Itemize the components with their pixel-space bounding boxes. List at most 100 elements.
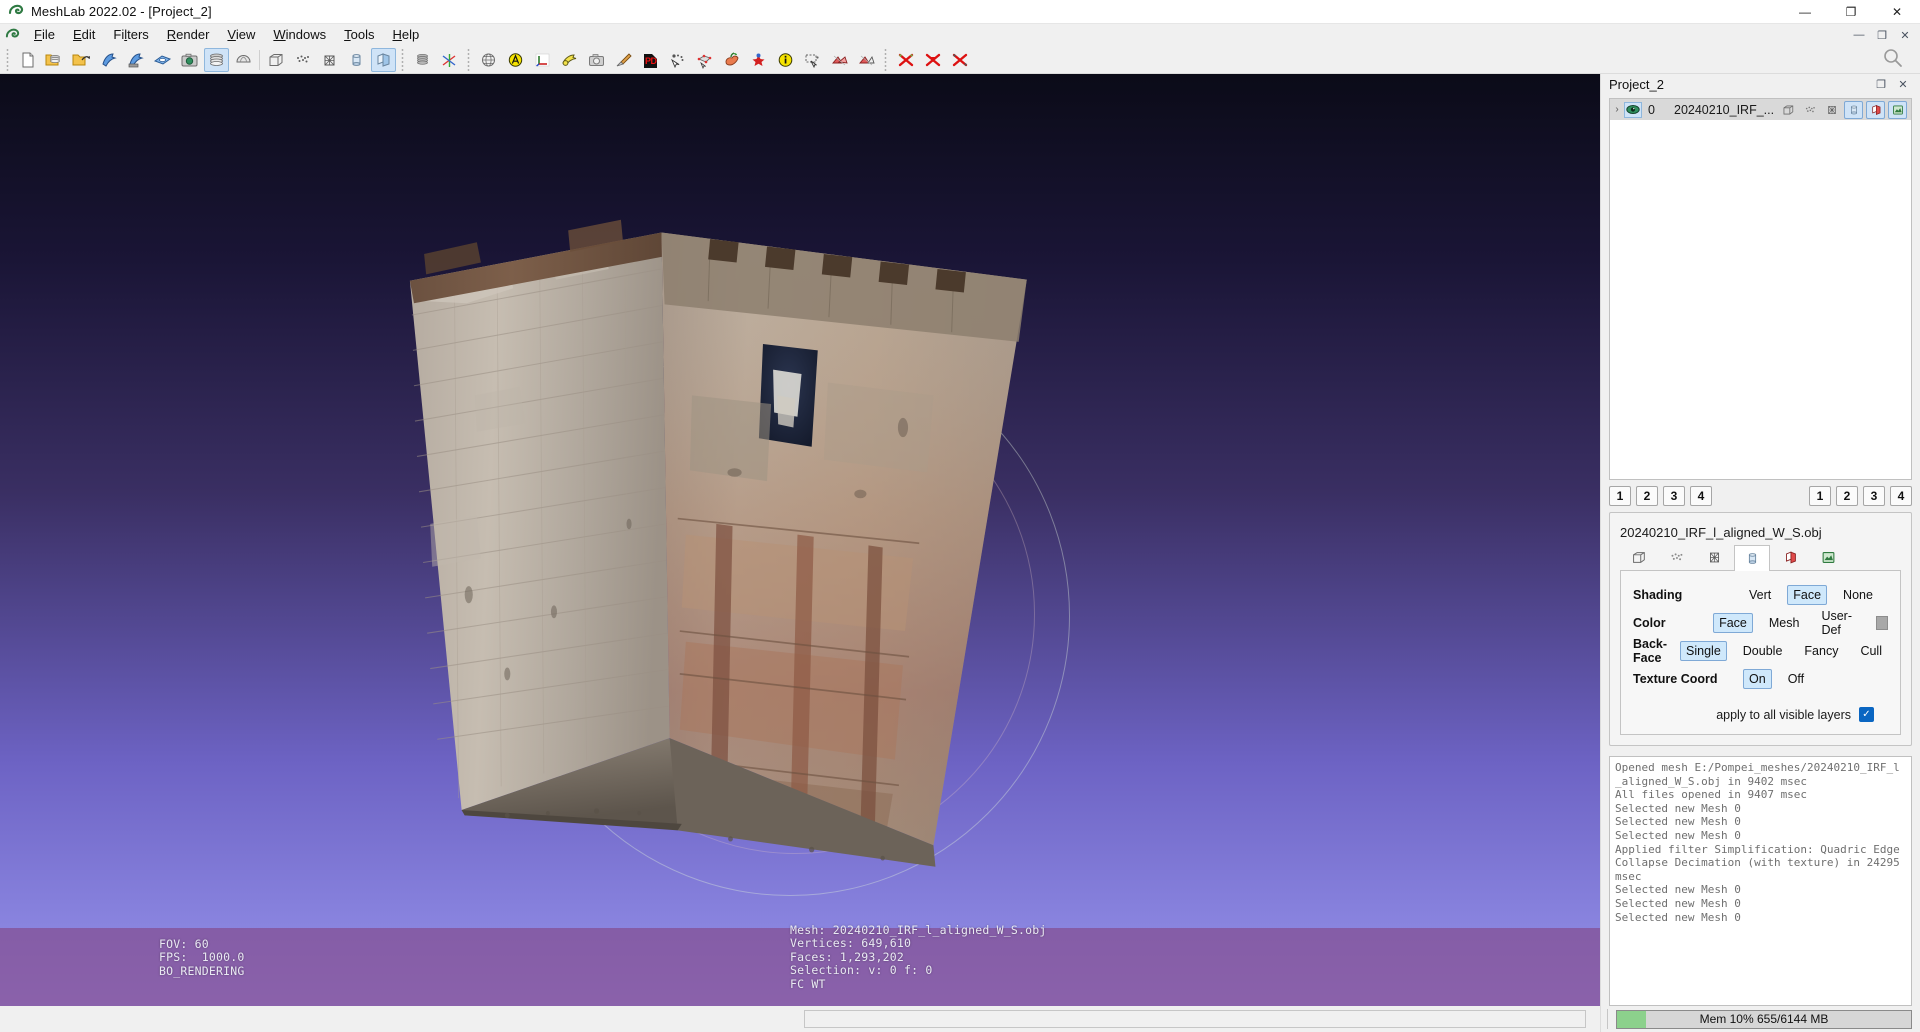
open-mesh-icon[interactable] [69, 48, 94, 72]
tab-bounding-box[interactable] [1620, 544, 1656, 570]
menu-label-windows: Windows [273, 27, 327, 42]
measure-tape-icon[interactable] [557, 48, 582, 72]
texcoord-option-off[interactable]: Off [1782, 669, 1810, 689]
layer-expand-icon[interactable]: › [1610, 104, 1624, 115]
save-mesh-as-icon[interactable] [123, 48, 148, 72]
select-vertices-icon[interactable] [665, 48, 690, 72]
wireframe-icon[interactable] [317, 48, 342, 72]
color-option-mesh[interactable]: Mesh [1763, 613, 1806, 633]
layer-list[interactable]: › 0 20240210_IRF_... [1609, 98, 1912, 480]
menu-item-edit[interactable]: Edit [64, 25, 104, 45]
bounding-box-icon[interactable] [263, 48, 288, 72]
tab-texture[interactable] [1810, 544, 1846, 570]
mdi-close-button[interactable]: ✕ [1894, 26, 1916, 44]
window-restore-button[interactable]: ❐ [1828, 0, 1874, 24]
z-painting-icon[interactable] [746, 48, 771, 72]
toolbar-grip-2[interactable] [399, 48, 406, 71]
smooth-shading-icon[interactable] [1866, 100, 1885, 119]
layer-index: 0 [1648, 102, 1655, 117]
delete-selected-faces-icon[interactable] [893, 48, 918, 72]
points-icon[interactable] [1800, 101, 1819, 119]
view-preset-3-button[interactable]: 3 [1663, 486, 1685, 506]
toolbar-grip[interactable] [4, 48, 11, 71]
apply-all-layers-checkbox[interactable]: ✓ [1859, 707, 1874, 722]
backface-option-cull[interactable]: Cull [1854, 641, 1888, 661]
color-swatch[interactable] [1876, 616, 1888, 630]
view-preset-1-button[interactable]: 1 [1609, 486, 1631, 506]
tab-points[interactable] [1658, 544, 1694, 570]
texture-icon[interactable] [1888, 100, 1907, 119]
take-snapshot-icon[interactable] [177, 48, 202, 72]
tab-flat-lines[interactable] [1734, 545, 1770, 571]
pick-points-icon[interactable] [719, 48, 744, 72]
show-layers-icon[interactable] [204, 47, 229, 72]
view-preset-4-button[interactable]: 4 [1690, 486, 1712, 506]
camera-icon[interactable] [584, 48, 609, 72]
open-project-icon[interactable] [42, 48, 67, 72]
menu-item-tools[interactable]: Tools [335, 25, 383, 45]
select-faces-alt-icon[interactable] [854, 48, 879, 72]
store-preset-2-button[interactable]: 2 [1836, 486, 1858, 506]
menu-item-file[interactable]: File [25, 25, 64, 45]
flat-lines-icon[interactable] [344, 48, 369, 72]
menu-item-filters[interactable]: Filters [104, 25, 157, 45]
dock-close-button[interactable]: ✕ [1896, 77, 1910, 91]
toolbar-grip-4[interactable] [882, 48, 889, 71]
window-minimize-button[interactable]: — [1782, 0, 1828, 24]
texcoord-option-on[interactable]: On [1743, 669, 1772, 689]
shading-option-vert[interactable]: Vert [1743, 585, 1777, 605]
menu-item-help[interactable]: Help [383, 25, 428, 45]
memory-usage-fill [1617, 1010, 1647, 1028]
save-mesh-icon[interactable] [96, 48, 121, 72]
view-preset-2-button[interactable]: 2 [1636, 486, 1658, 506]
color-option-user-def[interactable]: User-Def [1815, 606, 1862, 640]
smooth-shading-icon[interactable] [371, 47, 396, 72]
show-raster-icon[interactable] [231, 48, 256, 72]
shading-option-face[interactable]: Face [1787, 585, 1828, 605]
wireframe-icon[interactable] [1822, 101, 1841, 119]
store-preset-1-button[interactable]: 1 [1809, 486, 1831, 506]
points-icon[interactable] [290, 48, 315, 72]
backface-option-double[interactable]: Double [1737, 641, 1789, 661]
visibility-eye-icon[interactable] [1624, 101, 1642, 118]
axes-trackball-icon[interactable] [437, 48, 462, 72]
toolbar-grip-3[interactable] [465, 48, 472, 71]
log-console[interactable]: Opened mesh E:/Pompei_meshes/20240210_IR… [1609, 756, 1912, 1006]
store-preset-3-button[interactable]: 3 [1863, 486, 1885, 506]
new-document-icon[interactable] [15, 48, 40, 72]
store-preset-4-button[interactable]: 4 [1890, 486, 1912, 506]
axis-origin-icon[interactable] [530, 48, 555, 72]
gl-viewport[interactable]: FOV: 60 FPS: 1000.0 BO_RENDERING Mesh: 2… [0, 74, 1600, 1006]
layer-row[interactable]: › 0 20240210_IRF_... [1610, 99, 1911, 120]
globe-icon[interactable] [476, 48, 501, 72]
backface-option-single[interactable]: Single [1680, 641, 1727, 661]
property-shading-options: Vert Face None [1743, 585, 1879, 605]
dock-buttons: ❐ ✕ [1874, 77, 1916, 91]
flat-lines-icon[interactable] [1844, 100, 1863, 119]
shading-option-none[interactable]: None [1837, 585, 1879, 605]
mdi-minimize-button[interactable]: — [1848, 26, 1870, 44]
pdf-export-icon[interactable]: PD [638, 48, 663, 72]
window-close-button[interactable]: ✕ [1874, 0, 1920, 24]
backface-option-fancy[interactable]: Fancy [1798, 641, 1844, 661]
search-icon[interactable] [1882, 47, 1904, 72]
menu-item-view[interactable]: View [218, 25, 264, 45]
menu-item-windows[interactable]: Windows [264, 25, 335, 45]
save-snapshot-icon[interactable] [150, 48, 175, 72]
dock-undock-button[interactable]: ❐ [1874, 77, 1888, 91]
layer-stack-icon[interactable] [410, 48, 435, 72]
mdi-restore-button[interactable]: ❐ [1871, 26, 1893, 44]
menu-item-render[interactable]: Render [158, 25, 219, 45]
tab-wireframe[interactable] [1696, 544, 1732, 570]
alpha-sphere-icon[interactable] [503, 48, 528, 72]
paint-brush-icon[interactable] [611, 48, 636, 72]
select-faces-icon[interactable] [827, 48, 852, 72]
rubber-band-icon[interactable] [800, 48, 825, 72]
select-connected-icon[interactable] [692, 48, 717, 72]
tab-smooth-shading[interactable] [1772, 544, 1808, 570]
delete-selected-vertices-icon[interactable] [920, 48, 945, 72]
bounding-box-icon[interactable] [1778, 101, 1797, 119]
info-icon[interactable] [773, 48, 798, 72]
color-option-face[interactable]: Face [1713, 613, 1753, 633]
delete-selection-icon[interactable] [947, 48, 972, 72]
